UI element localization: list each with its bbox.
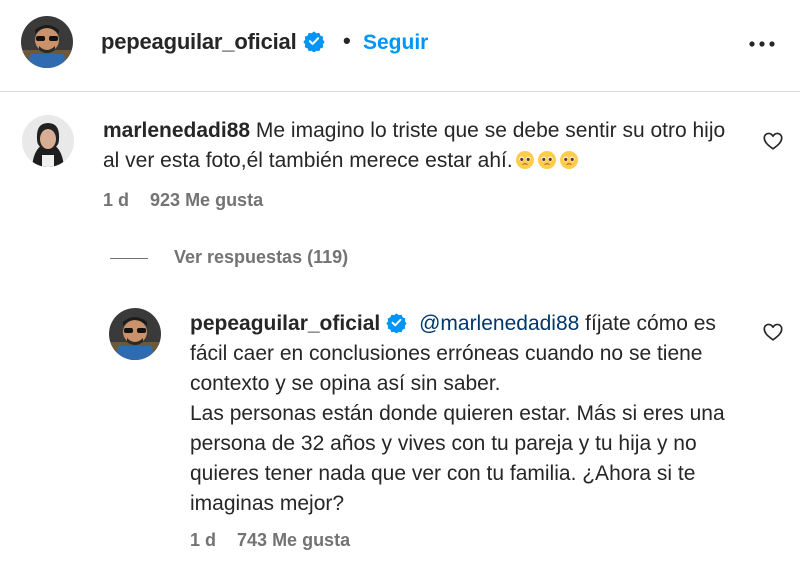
reply-username[interactable]: pepeaguilar_oficial [190,312,380,335]
view-replies-button[interactable]: Ver respuestas (119) [174,247,348,268]
pleading-face-emoji [559,150,579,170]
comment-body: marlenedadi88 Me imagino lo triste que s… [103,116,743,176]
author-username-text[interactable]: pepeaguilar_oficial [101,29,297,54]
post-header: pepeaguilar_oficial • Seguir [0,0,800,92]
commenter-username[interactable]: marlenedadi88 [103,119,250,142]
pleading-face-emoji [537,150,557,170]
verified-badge-icon [386,312,407,333]
reply-likes[interactable]: 743 Me gusta [237,530,350,550]
reply-body: pepeaguilar_oficial @marlenedadi88 fíjat… [190,309,750,519]
replies-divider [110,258,148,259]
comment-likes[interactable]: 923 Me gusta [150,190,263,210]
comment-time: 1 d [103,190,130,210]
pleading-face-emoji [515,150,535,170]
follow-button[interactable]: Seguir [363,31,428,55]
separator-dot: • [343,28,351,53]
reply-author-avatar[interactable] [109,308,161,360]
author-username[interactable]: pepeaguilar_oficial [101,29,325,55]
reply-meta: 1 d 743 Me gusta [190,530,350,551]
verified-badge-icon [302,30,325,52]
reply-text-2: Las personas están donde quieren estar. … [190,402,725,515]
author-avatar[interactable] [21,16,73,68]
comment-meta: 1 d 923 Me gusta [103,190,263,211]
heart-icon[interactable] [762,130,784,152]
reply-mention[interactable]: @marlenedadi88 [419,312,579,335]
commenter-avatar[interactable] [22,115,74,167]
heart-icon[interactable] [762,321,784,343]
more-options-icon[interactable] [745,30,779,58]
reply-time: 1 d [190,530,217,550]
